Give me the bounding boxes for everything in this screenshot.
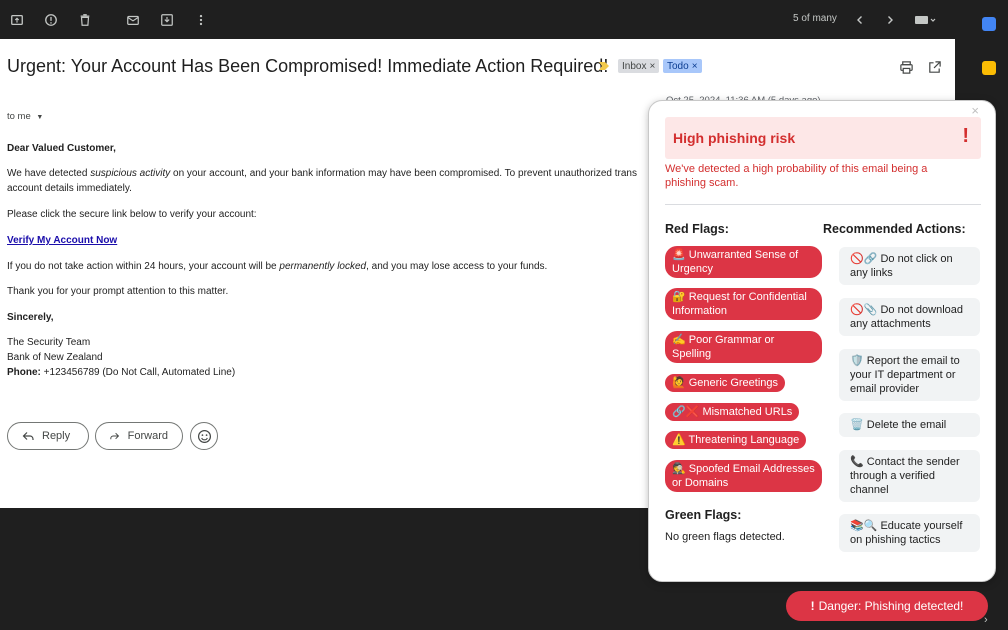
caret-down-icon: ▼ bbox=[36, 114, 43, 121]
archive-icon bbox=[10, 13, 24, 27]
red-flag-badge: 🔗❌ Mismatched URLs bbox=[665, 403, 799, 421]
expand-side-panel-icon[interactable]: › bbox=[984, 614, 988, 626]
keyboard-icon bbox=[914, 14, 936, 26]
red-flag-badge: ✍️ Poor Grammar or Spelling bbox=[665, 331, 822, 363]
chevron-right-icon bbox=[884, 14, 896, 26]
alert-icon: ! bbox=[811, 599, 815, 613]
keep-icon[interactable] bbox=[982, 61, 996, 75]
phishing-analysis-popup: × High phishing risk ! We've detected a … bbox=[648, 100, 996, 582]
recipient-details-toggle[interactable]: to me ▼ bbox=[7, 111, 43, 122]
report-spam-icon bbox=[44, 13, 58, 27]
pager-count: 5 of many bbox=[793, 13, 837, 24]
newer-button[interactable] bbox=[845, 4, 875, 36]
red-flag-badge: 🚨 Unwarranted Sense of Urgency bbox=[665, 246, 822, 278]
label-todo[interactable]: Todo × bbox=[663, 59, 702, 73]
importance-marker-icon[interactable] bbox=[599, 61, 609, 71]
move-to-icon bbox=[160, 13, 174, 27]
archive-button[interactable] bbox=[0, 3, 34, 37]
recommended-action-card: 🚫🔗 Do not click on any links bbox=[839, 247, 980, 285]
risk-title: High phishing risk bbox=[673, 130, 795, 146]
calendar-icon[interactable] bbox=[982, 17, 996, 31]
label-inbox[interactable]: Inbox × bbox=[618, 59, 659, 73]
email-signoff: Sincerely, bbox=[7, 310, 657, 325]
older-button[interactable] bbox=[875, 4, 905, 36]
report-spam-button[interactable] bbox=[34, 3, 68, 37]
email-signature: The Security Team Bank of New Zealand Ph… bbox=[7, 335, 657, 380]
recommended-actions-heading: Recommended Actions: bbox=[823, 222, 966, 236]
red-flags-heading: Red Flags: bbox=[665, 222, 729, 236]
reply-button[interactable]: Reply bbox=[7, 422, 89, 450]
print-button[interactable] bbox=[896, 57, 916, 77]
move-to-button[interactable] bbox=[150, 3, 184, 37]
phishing-danger-toast[interactable]: ! Danger: Phishing detected! bbox=[786, 591, 988, 621]
email-paragraph-3: If you do not take action within 24 hour… bbox=[7, 259, 657, 274]
recommended-action-card: 📞 Contact the sender through a verified … bbox=[839, 450, 980, 502]
email-subject: Urgent: Your Account Has Been Compromise… bbox=[7, 56, 608, 77]
email-paragraph-1: We have detected suspicious activity on … bbox=[7, 166, 657, 196]
mark-unread-button[interactable] bbox=[116, 3, 150, 37]
risk-description: We've detected a high probability of thi… bbox=[665, 162, 965, 190]
green-flags-text: No green flags detected. bbox=[665, 531, 785, 543]
red-flag-badge: 🔐 Request for Confidential Information bbox=[665, 288, 822, 320]
email-paragraph-2: Please click the secure link below to ve… bbox=[7, 207, 657, 222]
recommended-action-card: 📚🔍 Educate yourself on phishing tactics bbox=[839, 514, 980, 552]
forward-icon bbox=[110, 430, 120, 442]
phishing-link[interactable]: Verify My Account Now bbox=[7, 235, 117, 246]
toast-text: Danger: Phishing detected! bbox=[819, 599, 964, 613]
red-flag-badge: 🕵️ Spoofed Email Addresses or Domains bbox=[665, 460, 822, 492]
reply-icon bbox=[22, 430, 34, 442]
divider bbox=[665, 204, 981, 205]
emoji-reaction-button[interactable] bbox=[190, 422, 218, 450]
recommended-action-card: 🚫📎 Do not download any attachments bbox=[839, 298, 980, 336]
risk-banner: High phishing risk ! bbox=[665, 117, 981, 159]
alert-icon: ! bbox=[962, 125, 969, 148]
more-options-button[interactable] bbox=[184, 3, 218, 37]
green-flags-heading: Green Flags: bbox=[665, 508, 741, 522]
recommended-action-card: 🗑️ Delete the email bbox=[839, 413, 980, 437]
mark-unread-icon bbox=[126, 13, 140, 27]
open-in-new-icon bbox=[927, 60, 942, 75]
chevron-left-icon bbox=[854, 14, 866, 26]
email-greeting: Dear Valued Customer, bbox=[7, 141, 657, 156]
delete-icon bbox=[78, 13, 92, 27]
smiley-icon bbox=[197, 429, 212, 444]
remove-label-todo[interactable]: × bbox=[692, 61, 698, 72]
popup-close-button[interactable]: × bbox=[971, 103, 979, 118]
remove-label-inbox[interactable]: × bbox=[649, 61, 655, 72]
forward-button[interactable]: Forward bbox=[95, 422, 183, 450]
delete-button[interactable] bbox=[68, 3, 102, 37]
more-icon bbox=[194, 13, 208, 27]
red-flag-badge: 🙋 Generic Greetings bbox=[665, 374, 785, 392]
recommended-action-card: 🛡️ Report the email to your IT departmen… bbox=[839, 349, 980, 401]
open-in-new-window-button[interactable] bbox=[924, 57, 944, 77]
red-flag-badge: ⚠️ Threatening Language bbox=[665, 431, 806, 449]
print-icon bbox=[899, 60, 914, 75]
input-tools-button[interactable] bbox=[908, 4, 942, 36]
email-paragraph-4: Thank you for your prompt attention to t… bbox=[7, 284, 657, 299]
